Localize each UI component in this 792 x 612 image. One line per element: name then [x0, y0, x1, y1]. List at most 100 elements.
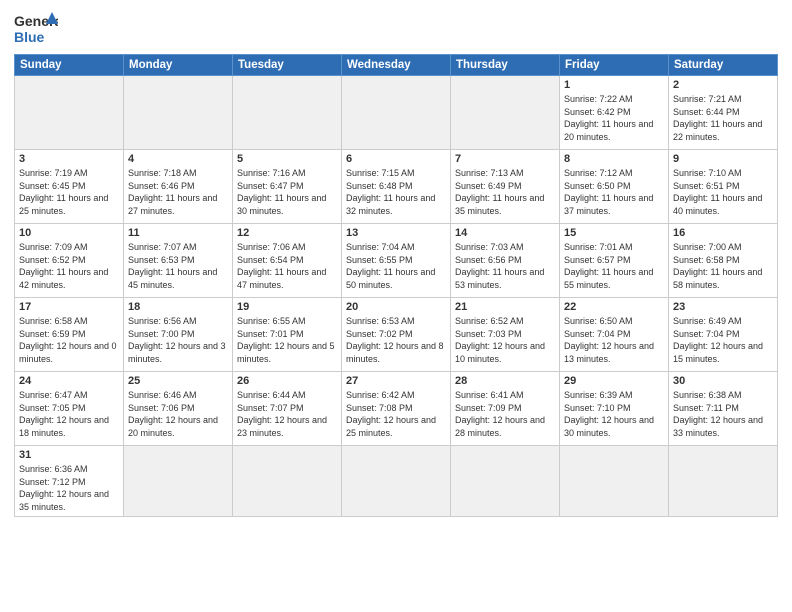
- calendar-cell: 13Sunrise: 7:04 AM Sunset: 6:55 PM Dayli…: [342, 224, 451, 298]
- calendar-cell: 6 Sunrise: 7:15 AM Sunset: 6:48 PM Daylig…: [342, 150, 451, 224]
- day-number: 5: [237, 153, 337, 165]
- calendar-cell: 15Sunrise: 7:01 AM Sunset: 6:57 PM Dayli…: [560, 224, 669, 298]
- day-number: 10: [19, 227, 119, 239]
- calendar-cell: 30 Sunrise: 6:38 AM Sunset: 7:11 PM Dayli…: [669, 372, 778, 446]
- day-info: Sunrise: 6:53 AM Sunset: 7:02 PM Dayligh…: [346, 315, 446, 365]
- day-info: Sunrise: 6:38 AM Sunset: 7:11 PM Dayligh…: [673, 389, 773, 439]
- weekday-header-sunday: Sunday: [15, 55, 124, 76]
- calendar-cell: [669, 446, 778, 517]
- day-number: 13: [346, 227, 446, 239]
- day-number: 21: [455, 301, 555, 313]
- day-number: 16: [673, 227, 773, 239]
- calendar-cell: 4Sunrise: 7:18 AM Sunset: 6:46 PM Daylig…: [124, 150, 233, 224]
- day-number: 7: [455, 153, 555, 165]
- calendar-cell: 9Sunrise: 7:10 AM Sunset: 6:51 PM Daylig…: [669, 150, 778, 224]
- calendar-cell: 29 Sunrise: 6:39 AM Sunset: 7:10 PM Dayli…: [560, 372, 669, 446]
- calendar-cell: 14 Sunrise: 7:03 AM Sunset: 6:56 PM Dayli…: [451, 224, 560, 298]
- calendar-cell: [233, 76, 342, 150]
- day-number: 24: [19, 375, 119, 387]
- weekday-header-thursday: Thursday: [451, 55, 560, 76]
- calendar-cell: 8Sunrise: 7:12 AM Sunset: 6:50 PM Daylig…: [560, 150, 669, 224]
- day-number: 31: [19, 449, 119, 461]
- day-number: 19: [237, 301, 337, 313]
- day-number: 29: [564, 375, 664, 387]
- day-number: 20: [346, 301, 446, 313]
- day-info: Sunrise: 6:58 AM Sunset: 6:59 PM Dayligh…: [19, 315, 119, 365]
- day-info: Sunrise: 7:21 AM Sunset: 6:44 PM Dayligh…: [673, 93, 773, 143]
- logo: General Blue: [14, 10, 58, 46]
- day-number: 28: [455, 375, 555, 387]
- day-number: 18: [128, 301, 228, 313]
- calendar-cell: 26Sunrise: 6:44 AM Sunset: 7:07 PM Dayli…: [233, 372, 342, 446]
- calendar-week-row: 31 Sunrise: 6:36 AM Sunset: 7:12 PM Dayli…: [15, 446, 778, 517]
- calendar-cell: 7 Sunrise: 7:13 AM Sunset: 6:49 PM Daylig…: [451, 150, 560, 224]
- calendar-week-row: 10Sunrise: 7:09 AM Sunset: 6:52 PM Dayli…: [15, 224, 778, 298]
- calendar-cell: 11 Sunrise: 7:07 AM Sunset: 6:53 PM Dayli…: [124, 224, 233, 298]
- generalblue-logo-svg: General Blue: [14, 10, 58, 46]
- day-info: Sunrise: 6:39 AM Sunset: 7:10 PM Dayligh…: [564, 389, 664, 439]
- calendar-table: SundayMondayTuesdayWednesdayThursdayFrid…: [14, 54, 778, 517]
- calendar-cell: [233, 446, 342, 517]
- calendar-cell: 31 Sunrise: 6:36 AM Sunset: 7:12 PM Dayli…: [15, 446, 124, 517]
- day-number: 27: [346, 375, 446, 387]
- day-info: Sunrise: 6:41 AM Sunset: 7:09 PM Dayligh…: [455, 389, 555, 439]
- day-info: Sunrise: 7:03 AM Sunset: 6:56 PM Dayligh…: [455, 241, 555, 291]
- day-info: Sunrise: 6:56 AM Sunset: 7:00 PM Dayligh…: [128, 315, 228, 365]
- calendar-cell: [451, 446, 560, 517]
- day-info: Sunrise: 7:13 AM Sunset: 6:49 PM Dayligh…: [455, 167, 555, 217]
- calendar-cell: [560, 446, 669, 517]
- weekday-header-tuesday: Tuesday: [233, 55, 342, 76]
- svg-text:Blue: Blue: [14, 29, 45, 45]
- day-info: Sunrise: 6:50 AM Sunset: 7:04 PM Dayligh…: [564, 315, 664, 365]
- day-number: 6: [346, 153, 446, 165]
- calendar-cell: 28 Sunrise: 6:41 AM Sunset: 7:09 PM Dayli…: [451, 372, 560, 446]
- calendar-week-row: 24Sunrise: 6:47 AM Sunset: 7:05 PM Dayli…: [15, 372, 778, 446]
- calendar-cell: 16 Sunrise: 7:00 AM Sunset: 6:58 PM Dayli…: [669, 224, 778, 298]
- day-info: Sunrise: 7:00 AM Sunset: 6:58 PM Dayligh…: [673, 241, 773, 291]
- day-number: 12: [237, 227, 337, 239]
- day-number: 17: [19, 301, 119, 313]
- calendar-cell: 17 Sunrise: 6:58 AM Sunset: 6:59 PM Dayli…: [15, 298, 124, 372]
- day-info: Sunrise: 7:22 AM Sunset: 6:42 PM Dayligh…: [564, 93, 664, 143]
- day-info: Sunrise: 6:46 AM Sunset: 7:06 PM Dayligh…: [128, 389, 228, 439]
- day-info: Sunrise: 7:07 AM Sunset: 6:53 PM Dayligh…: [128, 241, 228, 291]
- calendar-cell: 19 Sunrise: 6:55 AM Sunset: 7:01 PM Dayli…: [233, 298, 342, 372]
- day-number: 25: [128, 375, 228, 387]
- calendar-cell: [342, 76, 451, 150]
- day-number: 11: [128, 227, 228, 239]
- day-info: Sunrise: 6:36 AM Sunset: 7:12 PM Dayligh…: [19, 463, 119, 513]
- day-info: Sunrise: 7:16 AM Sunset: 6:47 PM Dayligh…: [237, 167, 337, 217]
- calendar-cell: 20 Sunrise: 6:53 AM Sunset: 7:02 PM Dayli…: [342, 298, 451, 372]
- day-info: Sunrise: 6:55 AM Sunset: 7:01 PM Dayligh…: [237, 315, 337, 365]
- calendar-cell: 22 Sunrise: 6:50 AM Sunset: 7:04 PM Dayli…: [560, 298, 669, 372]
- calendar-cell: 1 Sunrise: 7:22 AM Sunset: 6:42 PM Daylig…: [560, 76, 669, 150]
- day-info: Sunrise: 7:10 AM Sunset: 6:51 PM Dayligh…: [673, 167, 773, 217]
- day-number: 30: [673, 375, 773, 387]
- calendar-cell: 21 Sunrise: 6:52 AM Sunset: 7:03 PM Dayli…: [451, 298, 560, 372]
- calendar-cell: [124, 76, 233, 150]
- day-number: 1: [564, 79, 664, 91]
- calendar-week-row: 1 Sunrise: 7:22 AM Sunset: 6:42 PM Daylig…: [15, 76, 778, 150]
- calendar-cell: 23Sunrise: 6:49 AM Sunset: 7:04 PM Dayli…: [669, 298, 778, 372]
- day-info: Sunrise: 7:15 AM Sunset: 6:48 PM Dayligh…: [346, 167, 446, 217]
- calendar-cell: 18 Sunrise: 6:56 AM Sunset: 7:00 PM Dayli…: [124, 298, 233, 372]
- day-number: 4: [128, 153, 228, 165]
- day-number: 14: [455, 227, 555, 239]
- day-info: Sunrise: 6:42 AM Sunset: 7:08 PM Dayligh…: [346, 389, 446, 439]
- weekday-header-friday: Friday: [560, 55, 669, 76]
- page: General Blue SundayMondayTuesdayWednesda…: [0, 0, 792, 612]
- day-number: 15: [564, 227, 664, 239]
- calendar-cell: 24Sunrise: 6:47 AM Sunset: 7:05 PM Dayli…: [15, 372, 124, 446]
- day-number: 23: [673, 301, 773, 313]
- day-number: 3: [19, 153, 119, 165]
- calendar-week-row: 17 Sunrise: 6:58 AM Sunset: 6:59 PM Dayli…: [15, 298, 778, 372]
- day-info: Sunrise: 6:44 AM Sunset: 7:07 PM Dayligh…: [237, 389, 337, 439]
- day-number: 8: [564, 153, 664, 165]
- day-number: 22: [564, 301, 664, 313]
- calendar-cell: 10Sunrise: 7:09 AM Sunset: 6:52 PM Dayli…: [15, 224, 124, 298]
- day-info: Sunrise: 7:19 AM Sunset: 6:45 PM Dayligh…: [19, 167, 119, 217]
- calendar-cell: 3 Sunrise: 7:19 AM Sunset: 6:45 PM Daylig…: [15, 150, 124, 224]
- day-info: Sunrise: 7:06 AM Sunset: 6:54 PM Dayligh…: [237, 241, 337, 291]
- day-info: Sunrise: 6:52 AM Sunset: 7:03 PM Dayligh…: [455, 315, 555, 365]
- header: General Blue: [14, 10, 778, 46]
